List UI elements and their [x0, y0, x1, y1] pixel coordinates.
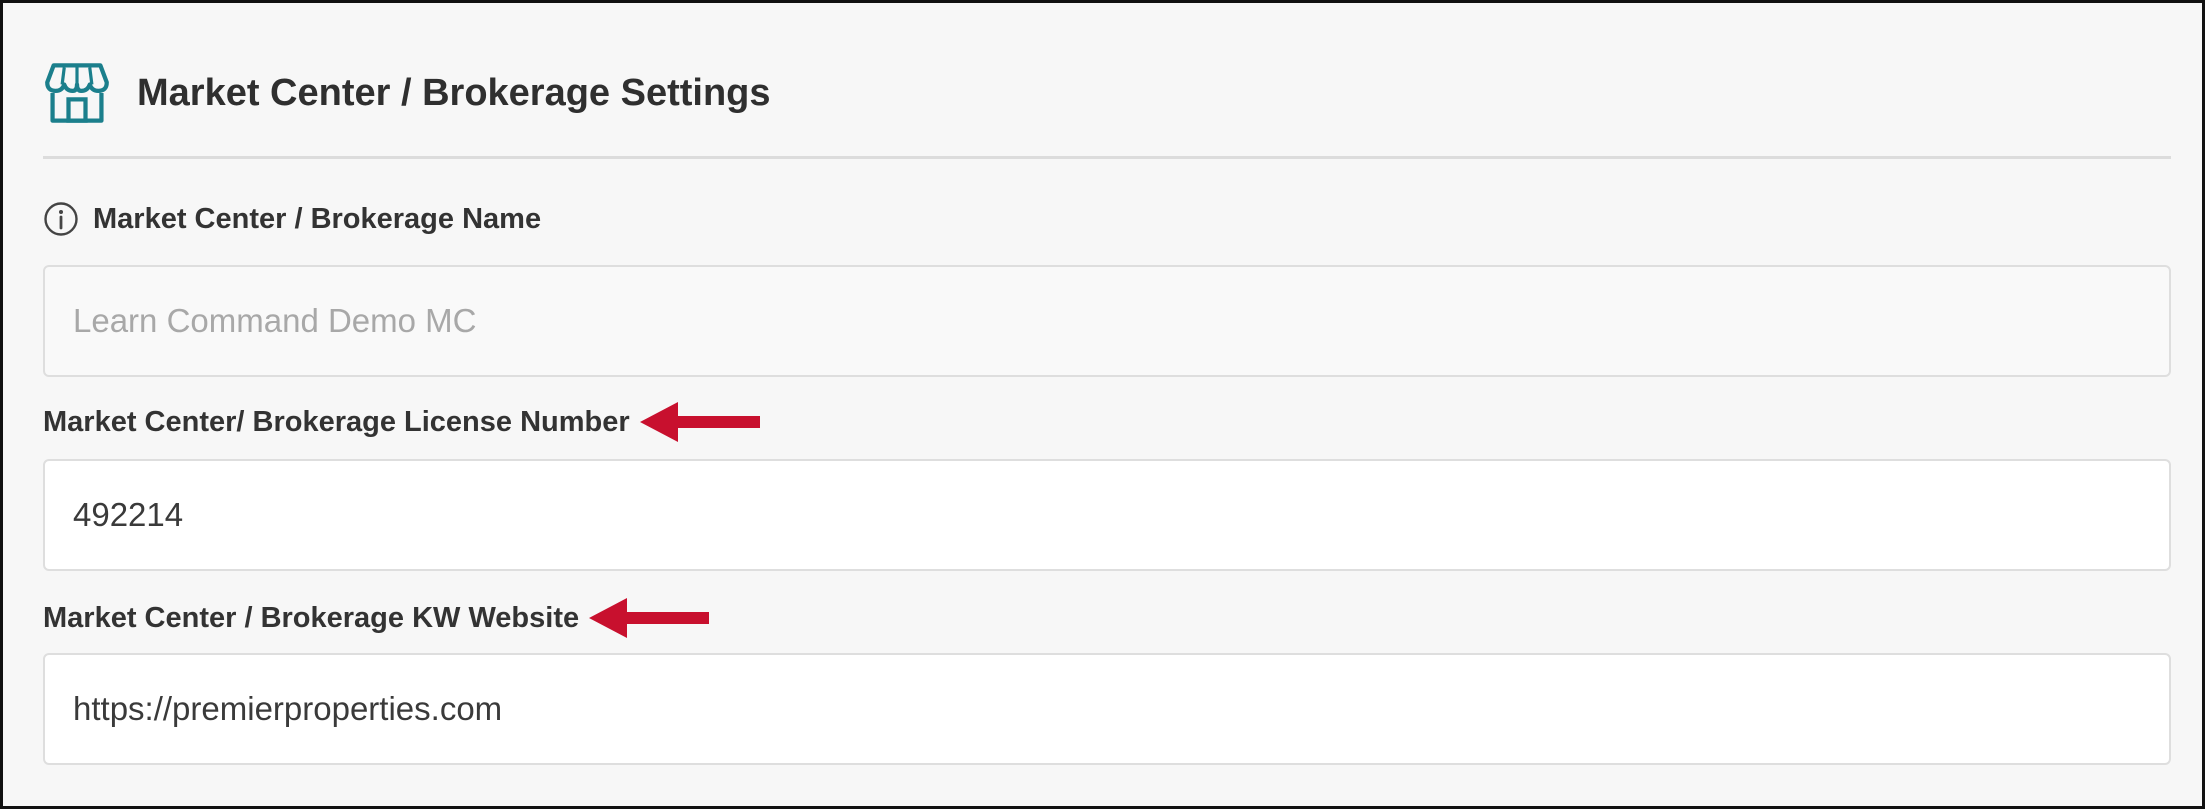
red-arrow-icon — [589, 598, 710, 638]
brokerage-name-label-text: Market Center / Brokerage Name — [93, 202, 542, 235]
license-number-input[interactable]: 492214 — [43, 459, 2171, 571]
kw-website-label: Market Center / Brokerage KW Website — [43, 596, 711, 640]
settings-panel: Market Center / Brokerage Settings Marke… — [0, 0, 2205, 809]
header-divider — [43, 156, 2171, 159]
red-arrow-icon — [639, 402, 760, 442]
kw-website-label-text: Market Center / Brokerage KW Website — [43, 601, 580, 634]
brokerage-name-value: Learn Command Demo MC — [73, 302, 477, 339]
panel-header: Market Center / Brokerage Settings — [43, 59, 771, 127]
brokerage-name-field: Learn Command Demo MC — [43, 265, 2171, 377]
license-number-label: Market Center/ Brokerage License Number — [43, 400, 762, 444]
license-number-value: 492214 — [73, 496, 184, 533]
storefront-icon — [45, 63, 109, 123]
kw-website-value: https://premierproperties.com — [73, 690, 503, 727]
brokerage-name-label: Market Center / Brokerage Name — [43, 201, 541, 237]
kw-website-input[interactable]: https://premierproperties.com — [43, 653, 2171, 765]
page-title: Market Center / Brokerage Settings — [137, 71, 771, 114]
info-icon[interactable] — [43, 201, 79, 237]
license-number-label-text: Market Center/ Brokerage License Number — [43, 405, 630, 438]
